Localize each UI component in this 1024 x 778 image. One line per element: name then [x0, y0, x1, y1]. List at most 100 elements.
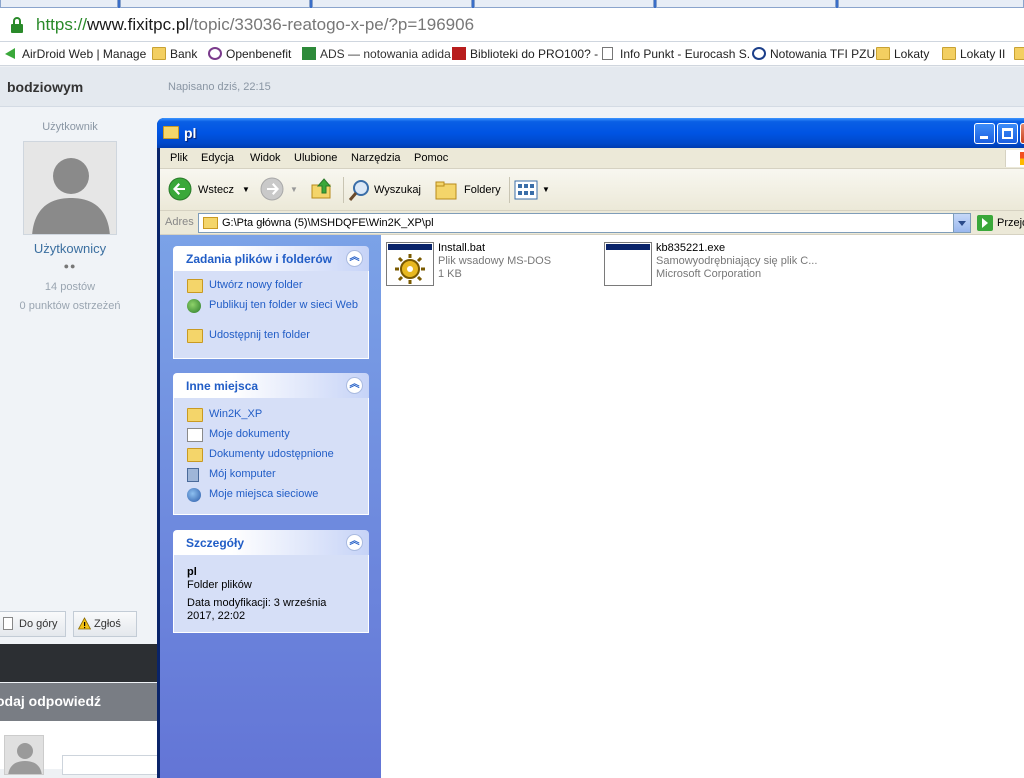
- network-icon: [187, 488, 201, 502]
- ads-icon: [302, 47, 316, 60]
- browser-url[interactable]: https://www.fixitpc.pl/topic/33036-reato…: [36, 15, 474, 35]
- menu-help[interactable]: Pomoc: [414, 152, 448, 164]
- views-icon: [514, 180, 538, 200]
- place-my-computer[interactable]: Mój komputer: [187, 468, 362, 482]
- panel-title: Szczegóły: [186, 536, 245, 550]
- bookmark-openbenefit[interactable]: Openbenefit: [208, 46, 291, 62]
- place-network[interactable]: Moje miejsca sieciowe: [187, 488, 362, 502]
- back-to-top-button[interactable]: Do góry: [0, 611, 66, 637]
- chevron-down-icon[interactable]: ▼: [242, 177, 250, 203]
- panel-header[interactable]: Inne miejsca ︽: [173, 373, 369, 398]
- bookmark-infopunkt[interactable]: Info Punkt - Eurocash S.: [602, 46, 750, 62]
- task-new-folder[interactable]: Utwórz nowy folder: [187, 279, 362, 293]
- collapse-icon[interactable]: ︽: [346, 534, 363, 551]
- place-win2k-xp[interactable]: Win2K_XP: [187, 408, 362, 422]
- go-label: Przejdź: [997, 217, 1024, 229]
- bookmark-biblioteki[interactable]: Biblioteki do PRO100? -: [452, 46, 598, 62]
- reply-header: odaj odpowiedź: [0, 683, 158, 721]
- file-item-install-bat[interactable]: Install.bat Plik wsadowy MS-DOS 1 KB: [386, 242, 576, 288]
- page-icon: [602, 47, 613, 60]
- file-type: Plik wsadowy MS-DOS: [438, 255, 552, 267]
- reply-area: [0, 721, 158, 775]
- post-header: bodziowym Napisano dziś, 22:15: [0, 67, 1024, 107]
- place-shared-documents[interactable]: Dokumenty udostępnione: [187, 448, 362, 462]
- file-item-kb835221[interactable]: kb835221.exe Samowyodrębniający się plik…: [604, 242, 844, 288]
- chevron-down-icon: ▼: [542, 185, 550, 194]
- bookmark-ads[interactable]: ADS — notowania adida: [302, 46, 451, 62]
- browser-tab[interactable]: [838, 0, 1024, 8]
- file-list: Install.bat Plik wsadowy MS-DOS 1 KB kb8…: [381, 235, 1024, 778]
- report-button[interactable]: Zgłoś: [73, 611, 137, 637]
- minimize-button[interactable]: [974, 123, 995, 144]
- bookmark-airdroid[interactable]: AirDroid Web | Manage: [4, 46, 146, 62]
- url-scheme: https://: [36, 15, 88, 34]
- menu-edit[interactable]: Edycja: [201, 152, 234, 164]
- search-button[interactable]: Wyszukaj: [348, 177, 432, 203]
- browser-tab[interactable]: [474, 0, 654, 8]
- close-button[interactable]: [1020, 123, 1024, 144]
- address-value: G:\Pta główna (5)\MSHDQFE\Win2K_XP\pl: [222, 217, 434, 229]
- poster-name[interactable]: bodziowym: [7, 79, 83, 95]
- detail-modified: Data modyfikacji: 3 września: [187, 597, 327, 609]
- warning-icon: [78, 617, 91, 630]
- default-avatar-icon: [8, 743, 42, 774]
- avatar[interactable]: [23, 141, 117, 235]
- post-count: 14 postów: [44, 281, 96, 293]
- bookmark-label: ADS — notowania adida: [320, 47, 451, 61]
- menu-file[interactable]: Plik: [170, 152, 188, 164]
- back-label: Wstecz: [198, 184, 235, 196]
- panel-body: Win2K_XP Moje dokumenty Dokumenty udostę…: [173, 398, 369, 515]
- bookmark-label: Lokaty II: [960, 47, 1006, 61]
- browser-address-bar[interactable]: https://www.fixitpc.pl/topic/33036-reato…: [0, 8, 1024, 42]
- browser-tab[interactable]: [120, 0, 310, 8]
- bookmark-lokaty[interactable]: Lokaty: [876, 46, 929, 62]
- menu-tools[interactable]: Narzędzia: [351, 152, 401, 164]
- folders-button[interactable]: Foldery: [434, 177, 510, 203]
- collapse-icon[interactable]: ︽: [346, 250, 363, 267]
- bookmark-label: AirDroid Web | Manage: [22, 47, 147, 61]
- warning-points: 0 punktów ostrzeżeń: [19, 300, 121, 312]
- bookmark-bank[interactable]: Bank: [152, 46, 197, 62]
- window-titlebar[interactable]: pl: [157, 118, 1024, 148]
- panel-body: Utwórz nowy folder Publikuj ten folder w…: [173, 271, 369, 359]
- go-button[interactable]: Przejdź: [975, 213, 1024, 233]
- task-share-folder[interactable]: Udostępnij ten folder: [187, 329, 362, 343]
- search-label: Wyszukaj: [374, 184, 421, 196]
- browser-tab[interactable]: [312, 0, 472, 8]
- task-publish-web[interactable]: Publikuj ten folder w sieci Web: [187, 299, 362, 313]
- bookmark-pzu[interactable]: Notowania TFI PZU: [752, 46, 875, 62]
- menu-view[interactable]: Widok: [250, 152, 281, 164]
- address-field[interactable]: G:\Pta główna (5)\MSHDQFE\Win2K_XP\pl: [198, 213, 971, 233]
- panel-header[interactable]: Zadania plików i folderów ︽: [173, 246, 369, 271]
- place-my-documents[interactable]: Moje dokumenty: [187, 428, 362, 442]
- back-to-top-label: Do góry: [19, 618, 58, 630]
- reply-input[interactable]: [62, 755, 158, 775]
- back-button[interactable]: Wstecz ▼: [168, 177, 250, 203]
- bookmark-label: Lokaty: [894, 47, 930, 61]
- collapse-icon[interactable]: ︽: [346, 377, 363, 394]
- browser-tab[interactable]: [656, 0, 836, 8]
- file-size: 1 KB: [438, 268, 462, 280]
- bookmark-lokaty-ii[interactable]: Lokaty II: [942, 46, 1005, 62]
- chevron-down-icon[interactable]: ▼: [290, 177, 298, 203]
- maximize-button[interactable]: [997, 123, 1018, 144]
- address-dropdown-button[interactable]: [953, 214, 970, 232]
- bookmark-overflow[interactable]: [1014, 46, 1024, 62]
- file-company: Microsoft Corporation: [656, 268, 762, 280]
- forward-button[interactable]: ▼: [260, 177, 300, 203]
- up-folder-button[interactable]: [310, 177, 336, 203]
- toolbar-separator: [343, 177, 344, 203]
- panel-header[interactable]: Szczegóły ︽: [173, 530, 369, 555]
- maximize-icon: [1002, 128, 1013, 139]
- batch-file-icon: [386, 242, 434, 286]
- menu-favorites[interactable]: Ulubione: [294, 152, 337, 164]
- detail-name: pl: [187, 566, 197, 578]
- file-tasks-panel: Zadania plików i folderów ︽ Utwórz nowy …: [173, 246, 369, 359]
- folder-icon: [203, 217, 218, 229]
- browser-tab[interactable]: [0, 0, 118, 8]
- avatar: [4, 735, 44, 775]
- views-button[interactable]: ▼: [514, 177, 550, 203]
- explorer-toolbar: Wstecz ▼ ▼ Wyszukaj Foldery ▼: [160, 169, 1024, 211]
- folder-icon: [152, 47, 166, 60]
- details-panel: Szczegóły ︽ pl Folder plików Data modyfi…: [173, 530, 369, 633]
